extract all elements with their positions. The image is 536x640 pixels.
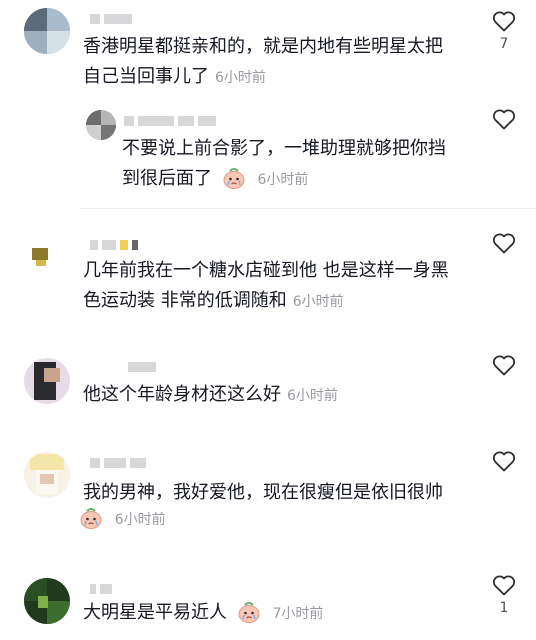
comment-time: 6小时前	[292, 294, 344, 310]
comment-time: 6小时前	[114, 512, 166, 528]
username-blurred[interactable]	[90, 584, 112, 594]
comment-time: 6小时前	[257, 172, 309, 188]
heart-outline-icon[interactable]	[492, 354, 516, 376]
avatar[interactable]	[24, 578, 70, 624]
comment-text: 香港明星都挺亲和的，就是内地有些明星太把 自己当回事儿了 6小时前	[83, 36, 443, 87]
username-blurred[interactable]	[128, 362, 156, 372]
heart-outline-icon[interactable]	[492, 450, 516, 472]
avatar[interactable]	[24, 8, 70, 54]
comment-text: 不要说上前合影了，一堆助理就够把你挡 到很后面了 6小时前	[122, 138, 446, 189]
heart-outline-icon[interactable]	[492, 108, 516, 130]
username-blurred[interactable]	[90, 458, 146, 468]
crying-face-sticker-icon	[238, 602, 260, 623]
comment-text: 几年前我在一个糖水店碰到他 也是这样一身黑 色运动装 非常的低调随和 6小时前	[83, 260, 449, 311]
username-blurred[interactable]	[124, 116, 216, 126]
avatar[interactable]	[24, 236, 70, 282]
username-blurred[interactable]	[90, 14, 132, 24]
heart-outline-icon[interactable]	[492, 574, 516, 596]
avatar[interactable]	[86, 110, 116, 140]
heart-outline-icon[interactable]	[492, 232, 516, 254]
comment-time: 6小时前	[287, 388, 338, 404]
avatar[interactable]	[24, 452, 70, 498]
comment-time: 7小时前	[272, 606, 324, 622]
username-blurred[interactable]	[90, 240, 138, 250]
comment-text: 大明星是平易近人 7小时前	[83, 602, 324, 623]
like-count: 7	[499, 36, 509, 52]
crying-face-sticker-icon	[80, 508, 102, 529]
avatar[interactable]	[24, 358, 70, 404]
comment-time: 6小时前	[215, 70, 266, 86]
heart-outline-icon[interactable]	[492, 10, 516, 32]
comment-text: 他这个年龄身材还这么好 6小时前	[83, 384, 338, 405]
comment-meta-line: 6小时前	[79, 504, 166, 535]
like-count: 1	[499, 600, 509, 616]
divider	[80, 208, 536, 209]
crying-face-sticker-icon	[223, 168, 245, 189]
